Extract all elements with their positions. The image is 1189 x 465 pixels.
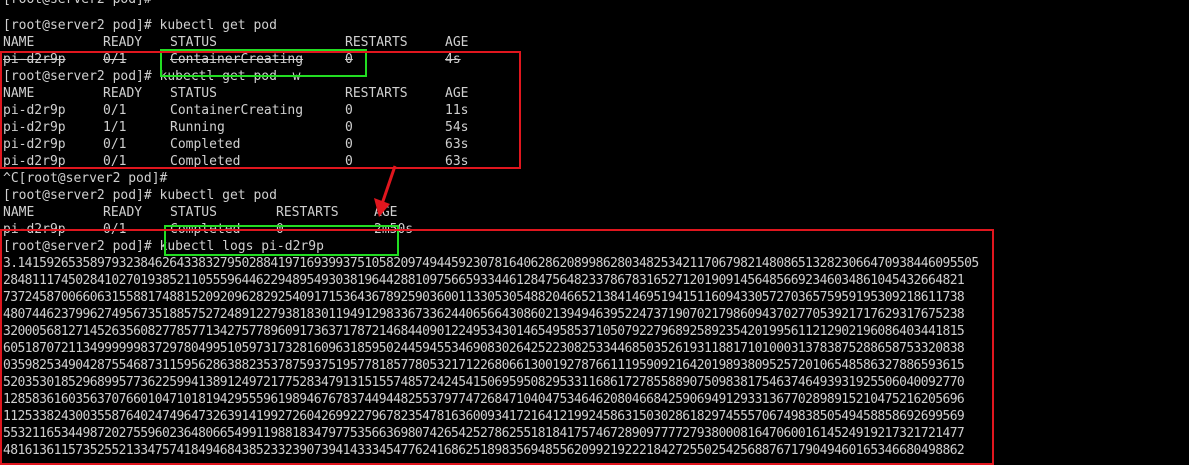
cell-name: pi-d2r9p (3, 154, 66, 169)
table-header: NAME READY STATUS RESTARTS AGE (0, 85, 1189, 102)
interrupt-line: ^C[root@server2 pod]# (3, 171, 168, 186)
cell-age: 63s (445, 154, 469, 169)
log-output-line: 3200056812714526356082778577134275778960… (3, 324, 965, 339)
header-restarts: RESTARTS (345, 35, 408, 50)
cell-status: ContainerCreating (170, 52, 304, 67)
cell-ready: 0/1 (103, 137, 127, 152)
log-output-line: 4807446237996274956735188575272489122793… (3, 307, 965, 322)
cell-restarts: 0 (345, 137, 353, 152)
log-output-line: 4816136115735255213347574184946843852332… (3, 443, 965, 458)
cell-name: pi-d2r9p (3, 120, 66, 135)
cell-status: Running (170, 120, 225, 135)
header-ready: READY (103, 205, 143, 220)
cell-age: 54s (445, 120, 469, 135)
log-output-line: 2848111745028410270193852110555964462294… (3, 273, 965, 288)
cell-ready: 0/1 (103, 222, 127, 237)
cell-ready: 0/1 (103, 52, 127, 67)
header-age: AGE (445, 86, 469, 101)
header-status: STATUS (170, 86, 217, 101)
header-age: AGE (445, 35, 469, 50)
table-row: pi-d2r9p 0/1 Completed 0 2m50s (0, 221, 1189, 238)
log-output-line: 0359825349042875546873115956286388235378… (3, 358, 965, 373)
header-name: NAME (3, 86, 35, 101)
log-output-line: 1125338243003558764024749647326391419927… (3, 409, 965, 424)
table-row: pi-d2r9p 0/1 ContainerCreating 0 11s (0, 102, 1189, 119)
cell-status: Completed (170, 222, 241, 237)
terminal-window[interactable]: [root@server2 pod]# [root@server2 pod]# … (0, 0, 1189, 463)
cell-restarts: 0 (345, 52, 353, 67)
cell-age: 63s (445, 137, 469, 152)
table-row: pi-d2r9p 0/1 Completed 0 63s (0, 136, 1189, 153)
cut-off-prompt: [root@server2 pod]# (3, 0, 152, 8)
command-line-get-pod: [root@server2 pod]# kubectl get pod (3, 18, 277, 33)
command-line-get-pod-watch: [root@server2 pod]# kubectl get pod -w (3, 69, 301, 84)
cell-restarts: 0 (345, 120, 353, 135)
cell-status: Completed (170, 137, 241, 152)
table-row: pi-d2r9p 1/1 Running 0 54s (0, 119, 1189, 136)
cell-age: 11s (445, 103, 469, 118)
cell-ready: 0/1 (103, 103, 127, 118)
log-output-line: 6051870721134999999837297804995105973173… (3, 341, 965, 356)
header-name: NAME (3, 35, 35, 50)
log-output-line: 7372458700660631558817488152092096282925… (3, 290, 965, 305)
cell-restarts: 0 (345, 103, 353, 118)
cell-age: 4s (445, 52, 461, 67)
header-name: NAME (3, 205, 35, 220)
cell-ready: 1/1 (103, 120, 127, 135)
log-output-line: 5203530185296899577362259941389124972177… (3, 375, 965, 390)
cell-age: 2m50s (374, 222, 414, 237)
header-restarts: RESTARTS (345, 86, 408, 101)
cell-restarts: 0 (276, 222, 284, 237)
cell-ready: 0/1 (103, 154, 127, 169)
table-row: pi-d2r9p 0/1 Completed 0 63s (0, 153, 1189, 170)
table-header: NAME READY STATUS RESTARTS AGE (0, 34, 1189, 51)
cell-name: pi-d2r9p (3, 52, 66, 67)
terminal-line-cut: [root@server2 pod]# (0, 0, 1189, 17)
command-line-logs: [root@server2 pod]# kubectl logs pi-d2r9… (3, 239, 324, 254)
log-output-line: 1285836160356370766010471018194295559619… (3, 392, 965, 407)
log-output-line: 3.14159265358979323846264338327950288419… (3, 256, 979, 271)
header-status: STATUS (170, 205, 217, 220)
cell-name: pi-d2r9p (3, 137, 66, 152)
header-ready: READY (103, 86, 143, 101)
cell-status: ContainerCreating (170, 103, 304, 118)
header-status: STATUS (170, 35, 217, 50)
table-header: NAME READY STATUS RESTARTS AGE (0, 204, 1189, 221)
table-row: pi-d2r9p 0/1 ContainerCreating 0 4s (0, 51, 1189, 68)
cell-name: pi-d2r9p (3, 222, 66, 237)
log-output-line: 5532116534498720275596023648066549911988… (3, 426, 965, 441)
cell-name: pi-d2r9p (3, 103, 66, 118)
command-line-get-pod-again: [root@server2 pod]# kubectl get pod (3, 188, 277, 203)
arrow-icon (374, 165, 397, 217)
cell-status: Completed (170, 154, 241, 169)
header-ready: READY (103, 35, 143, 50)
